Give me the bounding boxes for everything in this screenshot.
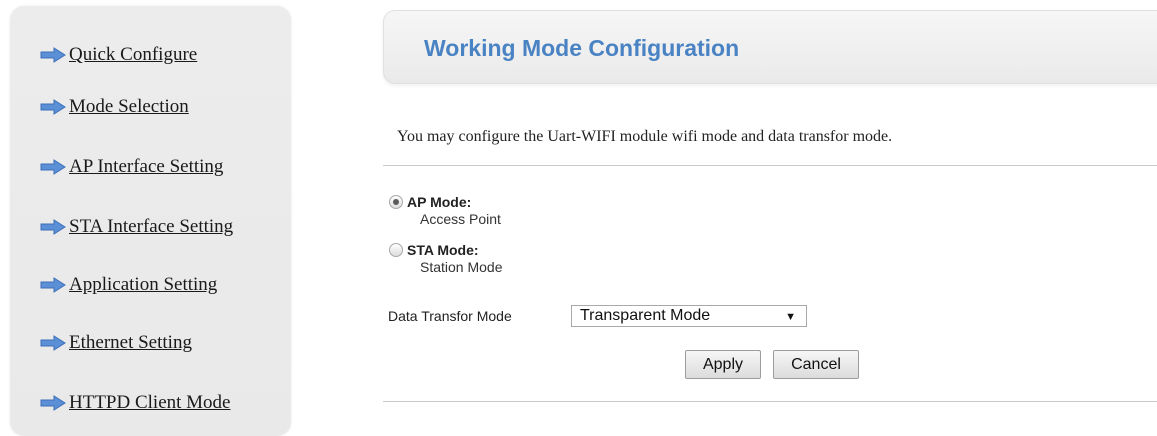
cancel-button[interactable]: Cancel [773,350,859,379]
sta-mode-radio[interactable] [389,243,403,257]
caret-down-icon: ▼ [785,311,796,323]
sidebar-item-httpd-client-mode[interactable]: HTTPD Client Mode [40,392,231,414]
header-panel: Working Mode Configuration [383,10,1157,84]
arrow-right-icon [40,395,66,411]
sidebar-item-sta-interface-setting[interactable]: STA Interface Setting [40,216,233,238]
sidebar-item-application-setting[interactable]: Application Setting [40,274,217,296]
arrow-right-icon [40,99,66,115]
arrow-right-icon [40,335,66,351]
sidebar-item-mode-selection[interactable]: Mode Selection [40,96,189,118]
arrow-right-icon [40,159,66,175]
sidebar-item-label: Mode Selection [69,96,189,117]
sidebar-item-label: Quick Configure [69,44,198,65]
sidebar-item-label: STA Interface Setting [69,216,234,237]
sidebar-item-label: AP Interface Setting [69,156,224,177]
ap-mode-text: AP Mode: Access Point [407,194,501,228]
sidebar-item-label: Application Setting [69,274,218,295]
sidebar-item-quick-configure[interactable]: Quick Configure [40,44,197,66]
arrow-right-icon [40,277,66,293]
ap-mode-radio[interactable] [389,195,403,209]
data-transfer-mode-value: Transparent Mode [580,307,711,324]
data-transfer-mode-label: Data Transfor Mode [388,308,512,324]
ap-mode-option[interactable]: AP Mode: Access Point [389,194,501,228]
page-title: Working Mode Configuration [424,35,740,61]
arrow-right-icon [40,219,66,235]
data-transfer-mode-select[interactable]: Transparent Mode ▼ [571,305,807,327]
sidebar-item-ethernet-setting[interactable]: Ethernet Setting [40,332,192,354]
sidebar-item-label: HTTPD Client Mode [69,392,231,413]
sidebar-item-label: Ethernet Setting [69,332,192,353]
divider [383,165,1157,166]
ap-mode-description: Access Point [420,211,501,227]
apply-button[interactable]: Apply [685,350,761,379]
sidebar-item-ap-interface-setting[interactable]: AP Interface Setting [40,156,223,178]
arrow-right-icon [40,47,66,63]
intro-text: You may configure the Uart-WIFI module w… [397,128,893,145]
sidebar: Quick Configure Mode Selection AP Interf… [10,6,291,436]
ap-mode-title: AP Mode: [407,194,472,210]
sta-mode-text: STA Mode: Station Mode [407,242,503,276]
sta-mode-title: STA Mode: [407,242,479,258]
sta-mode-option[interactable]: STA Mode: Station Mode [389,242,503,276]
divider [383,401,1157,402]
sta-mode-description: Station Mode [420,259,503,275]
